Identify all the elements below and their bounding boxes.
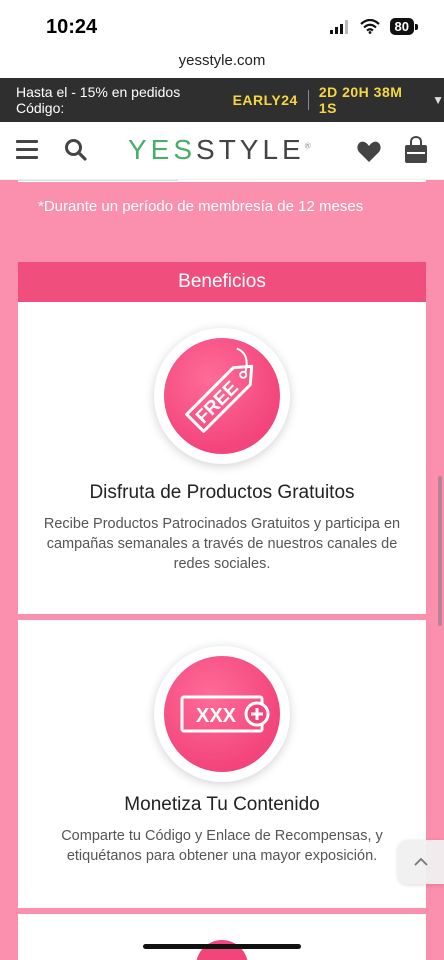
benefit-card-free-products: FREE Disfruta de Productos Gratuitos Rec…	[18, 302, 426, 614]
shopping-bag-icon[interactable]	[403, 136, 429, 164]
monetize-badge: XXX	[154, 646, 290, 782]
free-tag-badge: FREE	[154, 328, 290, 464]
membership-footnote: *Durante un período de membresía de 12 m…	[38, 198, 364, 215]
wifi-icon	[359, 19, 380, 34]
benefit-card-next	[18, 914, 426, 960]
status-icons: 80	[329, 18, 419, 35]
status-time: 10:24	[46, 16, 98, 38]
promo-timer: 2D 20H 38M 1S	[318, 84, 403, 116]
benefit-card-monetize: XXX Monetiza Tu Contenido Comparte tu Có…	[18, 620, 426, 908]
menu-icon[interactable]	[16, 140, 38, 160]
code-text: XXX	[196, 705, 237, 727]
back-to-top-button[interactable]	[398, 840, 444, 884]
logo-yes: YES	[128, 134, 197, 165]
promo-code: EARLY24	[232, 92, 298, 108]
next-benefit-badge	[196, 940, 248, 960]
search-icon[interactable]	[64, 138, 88, 162]
site-header: YESSTYLE®	[0, 122, 444, 180]
benefit-title: Disfruta de Productos Gratuitos	[89, 482, 355, 503]
main-content: *Durante un período de membresía de 12 m…	[0, 180, 444, 960]
logo-style: STYLE	[196, 134, 305, 165]
battery-indicator: 80	[389, 18, 419, 35]
free-tag-icon: FREE	[185, 347, 254, 433]
code-plus-icon: XXX	[180, 695, 270, 733]
address-bar[interactable]: yesstyle.com	[0, 50, 444, 78]
logo-registered: ®	[304, 141, 315, 151]
promo-text: Hasta el - 15% en pedidos Código:	[16, 84, 181, 116]
promo-banner[interactable]: Hasta el - 15% en pedidos Código: EARLY2…	[0, 78, 444, 122]
yesstyle-logo[interactable]: YESSTYLE®	[128, 134, 315, 166]
promo-divider	[307, 90, 309, 110]
chevron-down-icon[interactable]: ▼	[432, 93, 444, 107]
benefit-description: Recibe Productos Patrocinados Gratuitos …	[43, 516, 401, 572]
heart-icon[interactable]	[356, 140, 382, 164]
benefits-heading: Beneficios	[18, 262, 426, 302]
previous-section-edge	[18, 180, 426, 188]
chevron-up-icon	[414, 857, 428, 866]
benefit-description: Comparte tu Código y Enlace de Recompens…	[61, 828, 383, 864]
benefit-title: Monetiza Tu Contenido	[124, 794, 320, 815]
signal-icon	[329, 19, 348, 34]
scrollbar[interactable]	[438, 476, 442, 626]
home-indicator[interactable]	[143, 944, 301, 949]
status-bar: 10:24 80	[0, 0, 444, 50]
